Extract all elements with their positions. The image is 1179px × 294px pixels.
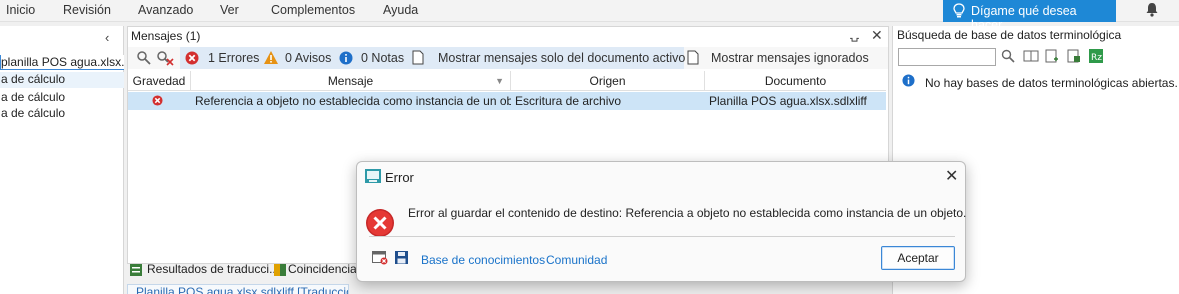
error-icon xyxy=(366,209,394,237)
document-icon[interactable] xyxy=(412,50,424,65)
error-filter-icon[interactable] xyxy=(185,51,199,65)
termbase-search-icon[interactable] xyxy=(1001,49,1015,63)
translation-results-icon xyxy=(130,264,142,276)
accept-button[interactable]: Aceptar xyxy=(881,246,955,270)
messages-title: Mensajes (1) xyxy=(131,29,201,43)
tab-matches[interactable]: Coincidencias xyxy=(288,262,363,276)
document-cell: Planilla POS agua.xlsx.sdlxliff xyxy=(709,94,867,108)
dialog-separator xyxy=(369,236,955,237)
community-link[interactable]: Comunidad xyxy=(546,253,607,267)
project-files-panel: ‹ planilla POS agua.xlsx.sd a de cálculo… xyxy=(0,26,124,294)
menu-inicio[interactable]: Inicio xyxy=(6,3,35,17)
clear-filter-icon[interactable] xyxy=(156,50,174,66)
tree-item-sheet-1[interactable]: a de cálculo xyxy=(0,72,124,88)
knowledge-base-link[interactable]: Base de conocimientos xyxy=(421,253,545,267)
show-ignored-toggle[interactable]: Mostrar mensajes ignorados xyxy=(711,51,869,65)
warnings-count[interactable]: 0 Avisos xyxy=(285,51,331,65)
close-icon[interactable]: ✕ xyxy=(945,166,958,186)
table-row[interactable]: Referencia a objeto no establecida como … xyxy=(128,92,886,110)
add-term-icon[interactable] xyxy=(1045,49,1059,63)
show-active-doc-toggle[interactable]: Mostrar mensajes solo del documento acti… xyxy=(438,51,685,65)
document-tab[interactable]: Planilla POS agua.xlsx.sdlxliff [Traducc… xyxy=(127,284,349,294)
sort-arrow-icon: ▼ xyxy=(495,76,504,86)
pin-icon[interactable]: ⍽ xyxy=(850,28,859,42)
menu-bar: Inicio Revisión Avanzado Ver Complemento… xyxy=(0,0,1179,32)
menu-ayuda[interactable]: Ayuda xyxy=(383,3,418,17)
termbase-search-input[interactable] xyxy=(898,48,996,66)
error-icon xyxy=(152,95,163,106)
dialog-title: Error xyxy=(385,170,414,185)
termbase-settings-icon[interactable]: Rz xyxy=(1089,49,1103,63)
column-gravedad[interactable]: Gravedad xyxy=(128,71,191,91)
tree-item-file[interactable]: planilla POS agua.xlsx.sd xyxy=(0,55,124,71)
info-icon xyxy=(902,74,915,87)
document-ignored-icon[interactable] xyxy=(687,50,699,65)
menu-ver[interactable]: Ver xyxy=(220,3,239,17)
bell-icon[interactable] xyxy=(1145,2,1159,18)
tab-translation-results[interactable]: Resultados de traducci... xyxy=(147,262,279,276)
column-documento[interactable]: Documento xyxy=(705,71,886,91)
info-icon[interactable] xyxy=(339,51,353,65)
lightbulb-icon xyxy=(953,3,965,18)
column-mensaje[interactable]: Mensaje ▼ xyxy=(191,71,511,91)
column-origen[interactable]: Origen xyxy=(511,71,705,91)
origin-cell: Escritura de archivo xyxy=(515,94,622,108)
tell-me-box[interactable]: Dígame qué desea hacer... xyxy=(943,0,1116,32)
matches-icon xyxy=(274,264,286,276)
error-message: Error al guardar el contenido de destino… xyxy=(408,206,967,220)
search-filter-icon[interactable] xyxy=(136,50,152,66)
warning-icon[interactable] xyxy=(263,50,279,65)
edit-term-icon[interactable] xyxy=(1067,49,1081,63)
messages-grid-header: Gravedad Mensaje ▼ Origen Documento xyxy=(128,71,886,91)
tree-item-sheet-3[interactable]: a de cálculo xyxy=(0,106,124,122)
close-panel-icon[interactable]: ✕ xyxy=(871,27,883,44)
collapse-chevron-icon[interactable]: ‹ xyxy=(105,30,109,45)
no-termbase-message: No hay bases de datos terminológicas abi… xyxy=(925,76,1178,90)
app-icon xyxy=(365,169,381,183)
menu-revision[interactable]: Revisión xyxy=(63,3,111,17)
details-icon[interactable] xyxy=(372,251,388,265)
svg-text:Rz: Rz xyxy=(1091,53,1102,63)
menu-complementos[interactable]: Complementos xyxy=(271,3,355,17)
message-cell: Referencia a objeto no establecida como … xyxy=(195,94,511,108)
save-icon[interactable] xyxy=(395,251,408,264)
tree-item-sheet-2[interactable]: a de cálculo xyxy=(0,90,124,106)
notes-count[interactable]: 0 Notas xyxy=(361,51,404,65)
termbase-viewer-icon[interactable] xyxy=(1023,49,1039,63)
errors-count[interactable]: 1 Errores xyxy=(208,51,259,65)
severity-cell xyxy=(128,92,191,110)
menu-avanzado[interactable]: Avanzado xyxy=(138,3,193,17)
termbase-title: Búsqueda de base de datos terminológica xyxy=(897,28,1122,42)
error-dialog: Error ✕ Error al guardar el contenido de… xyxy=(356,161,966,282)
